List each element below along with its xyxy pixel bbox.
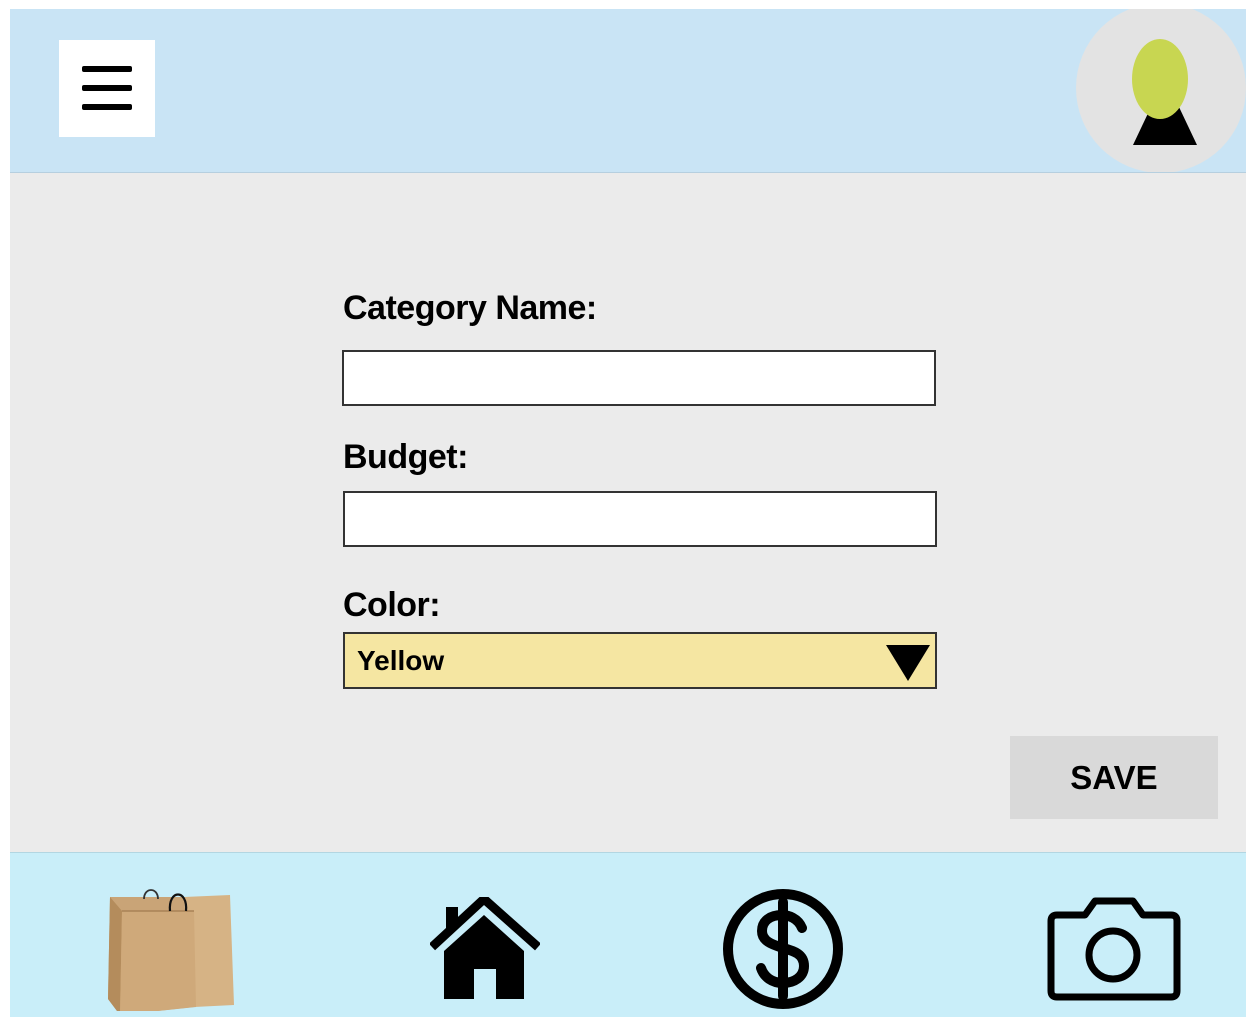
category-name-label: Category Name: (343, 289, 597, 327)
dropdown-arrow-icon (886, 645, 930, 681)
profile-avatar-button[interactable] (1076, 9, 1246, 172)
camera-icon (1047, 897, 1181, 1001)
budget-input[interactable] (343, 491, 937, 547)
category-name-input[interactable] (342, 350, 936, 406)
nav-item-shopping[interactable] (106, 889, 236, 1011)
save-button[interactable]: SAVE (1010, 736, 1218, 819)
top-header (10, 9, 1246, 173)
color-select[interactable]: Yellow (343, 632, 937, 689)
nav-item-budget[interactable] (722, 888, 844, 1010)
budget-label: Budget: (343, 438, 468, 476)
color-selected-value: Yellow (357, 645, 445, 676)
nav-item-home[interactable] (430, 897, 540, 1001)
app-window: Category Name: Budget: Color: Yellow SAV… (10, 9, 1246, 1017)
nav-item-camera[interactable] (1047, 897, 1181, 1001)
shopping-bag-icon (108, 889, 234, 1011)
menu-button[interactable] (59, 40, 155, 137)
dollar-icon (723, 889, 843, 1009)
color-label: Color: (343, 586, 441, 624)
bottom-navigation (10, 852, 1246, 1017)
home-icon (430, 897, 540, 999)
user-avatar-icon (1132, 39, 1197, 145)
